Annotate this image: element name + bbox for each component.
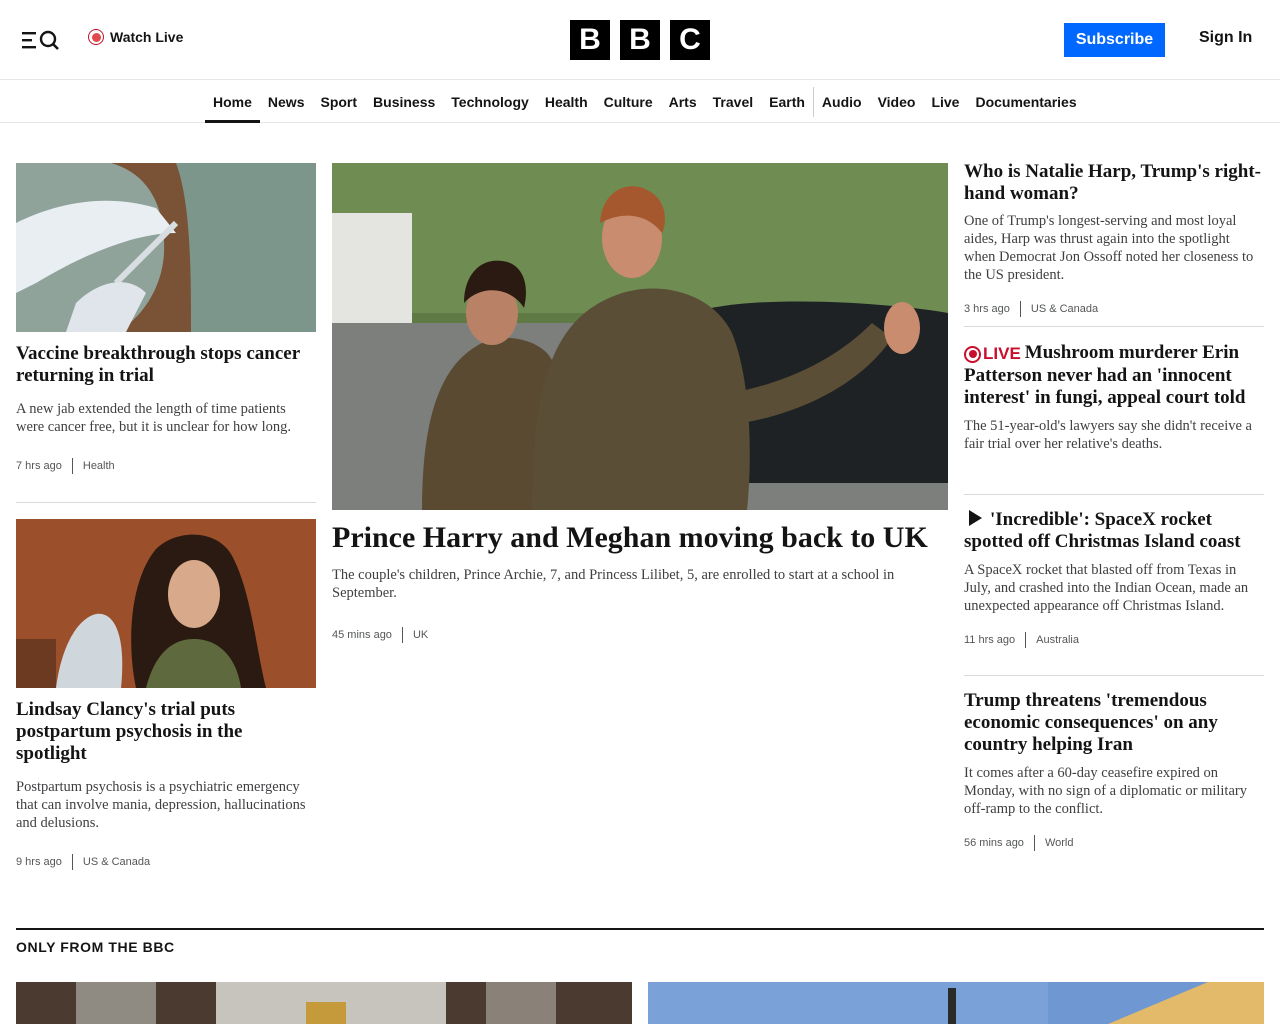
- logo-letter: C: [670, 20, 710, 60]
- story-time: 9 hrs ago: [16, 856, 62, 868]
- live-icon: [964, 345, 981, 363]
- nav-video[interactable]: Video: [870, 81, 924, 122]
- lead-summary: The couple's children, Prince Archie, 7,…: [332, 567, 895, 601]
- lead-story-image[interactable]: [332, 163, 948, 510]
- bbc-logo[interactable]: B B C: [570, 20, 710, 60]
- meta-divider: [71, 458, 73, 474]
- story-headline[interactable]: Trump threatens 'tremendous economic con…: [964, 690, 1264, 756]
- story-summary: It comes after a 60-day ceasefire expire…: [964, 765, 1247, 817]
- story-topic[interactable]: Australia: [1036, 634, 1079, 646]
- feature-story-image[interactable]: [648, 982, 1264, 1024]
- story-time: 3 hrs ago: [964, 303, 1010, 315]
- story-meta: 56 mins ago World: [964, 835, 1264, 851]
- site-header: Watch Live B B C Subscribe Sign In: [0, 0, 1280, 80]
- story-divider: [964, 675, 1264, 676]
- story-summary: The 51-year-old's lawyers say she didn't…: [964, 418, 1252, 452]
- live-label: LIVE: [983, 344, 1021, 363]
- nav-live[interactable]: Live: [923, 81, 967, 122]
- spacex-story: 'Incredible': SpaceX rocket spotted off …: [964, 509, 1264, 648]
- nav-travel[interactable]: Travel: [705, 81, 761, 122]
- meta-divider: [1019, 301, 1021, 317]
- iran-story: Trump threatens 'tremendous economic con…: [964, 690, 1264, 851]
- story-summary: A SpaceX rocket that blasted off from Te…: [964, 562, 1249, 614]
- story-topic[interactable]: World: [1045, 837, 1074, 849]
- story-headline[interactable]: Lindsay Clancy's trial puts postpartum p…: [16, 699, 316, 765]
- meta-divider: [1033, 835, 1035, 851]
- sign-in-link[interactable]: Sign In: [1199, 29, 1252, 47]
- nav-arts[interactable]: Arts: [661, 81, 705, 122]
- nav-technology[interactable]: Technology: [443, 81, 537, 122]
- story-divider: [16, 502, 316, 503]
- story-meta: 7 hrs ago Health: [16, 458, 316, 474]
- story-summary: A new jab extended the length of time pa…: [16, 401, 291, 435]
- feature-story-image[interactable]: [16, 982, 632, 1024]
- story-headline-wrapper[interactable]: LIVE Mushroom murderer Erin Patterson ne…: [964, 342, 1264, 409]
- section-rule: [16, 928, 1264, 930]
- story-meta: 45 mins ago UK: [332, 627, 948, 643]
- story-meta: 9 hrs ago US & Canada: [16, 854, 316, 870]
- live-badge: LIVE: [964, 343, 1021, 365]
- nav-business[interactable]: Business: [365, 81, 443, 122]
- harp-story: Who is Natalie Harp, Trump's right-hand …: [964, 161, 1264, 317]
- story-divider: [964, 326, 1264, 327]
- nav-audio[interactable]: Audio: [814, 81, 870, 122]
- story-time: 56 mins ago: [964, 837, 1024, 849]
- menu-search-icon: [22, 30, 59, 50]
- story-headline-wrapper[interactable]: 'Incredible': SpaceX rocket spotted off …: [964, 509, 1264, 553]
- meta-divider: [71, 854, 73, 870]
- meta-divider: [1025, 632, 1027, 648]
- logo-letter: B: [570, 20, 610, 60]
- story-meta: 11 hrs ago Australia: [964, 632, 1264, 648]
- story-divider: [964, 494, 1264, 495]
- nav-home[interactable]: Home: [205, 81, 260, 123]
- nav-news[interactable]: News: [260, 81, 313, 122]
- story-meta: 3 hrs ago US & Canada: [964, 301, 1264, 317]
- lead-story: Prince Harry and Meghan moving back to U…: [332, 521, 948, 643]
- story-topic[interactable]: Health: [83, 460, 115, 472]
- watch-live-link[interactable]: Watch Live: [88, 29, 183, 45]
- live-icon: [88, 29, 104, 45]
- story-topic[interactable]: UK: [413, 629, 428, 641]
- story-summary: One of Trump's longest-serving and most …: [964, 213, 1254, 283]
- story-headline[interactable]: Who is Natalie Harp, Trump's right-hand …: [964, 161, 1264, 205]
- menu-search-button[interactable]: [20, 28, 62, 52]
- nav-culture[interactable]: Culture: [596, 81, 661, 122]
- clancy-story: Lindsay Clancy's trial puts postpartum p…: [16, 699, 316, 870]
- vaccine-story: Vaccine breakthrough stops cancer return…: [16, 343, 316, 474]
- watch-live-label: Watch Live: [110, 29, 184, 45]
- story-headline: 'Incredible': SpaceX rocket spotted off …: [964, 509, 1241, 552]
- story-topic[interactable]: US & Canada: [83, 856, 150, 868]
- story-summary: Postpartum psychosis is a psychiatric em…: [16, 779, 306, 831]
- lead-headline[interactable]: Prince Harry and Meghan moving back to U…: [332, 521, 948, 555]
- subscribe-button[interactable]: Subscribe: [1064, 23, 1165, 57]
- main-navigation: Home News Sport Business Technology Heal…: [0, 81, 1280, 123]
- story-time: 45 mins ago: [332, 629, 392, 641]
- meta-divider: [401, 627, 403, 643]
- story-headline[interactable]: Vaccine breakthrough stops cancer return…: [16, 343, 316, 387]
- section-title: ONLY FROM THE BBC: [16, 939, 175, 955]
- nav-sport[interactable]: Sport: [312, 81, 365, 122]
- nav-documentaries[interactable]: Documentaries: [967, 81, 1084, 122]
- logo-letter: B: [620, 20, 660, 60]
- clancy-story-image[interactable]: [16, 519, 316, 688]
- play-icon: [969, 510, 982, 526]
- patterson-live-story: LIVE Mushroom murderer Erin Patterson ne…: [964, 342, 1264, 453]
- vaccine-story-image[interactable]: [16, 163, 316, 332]
- story-time: 7 hrs ago: [16, 460, 62, 472]
- story-time: 11 hrs ago: [964, 634, 1016, 646]
- story-topic[interactable]: US & Canada: [1031, 303, 1098, 315]
- nav-earth[interactable]: Earth: [761, 81, 813, 122]
- nav-health[interactable]: Health: [537, 81, 596, 122]
